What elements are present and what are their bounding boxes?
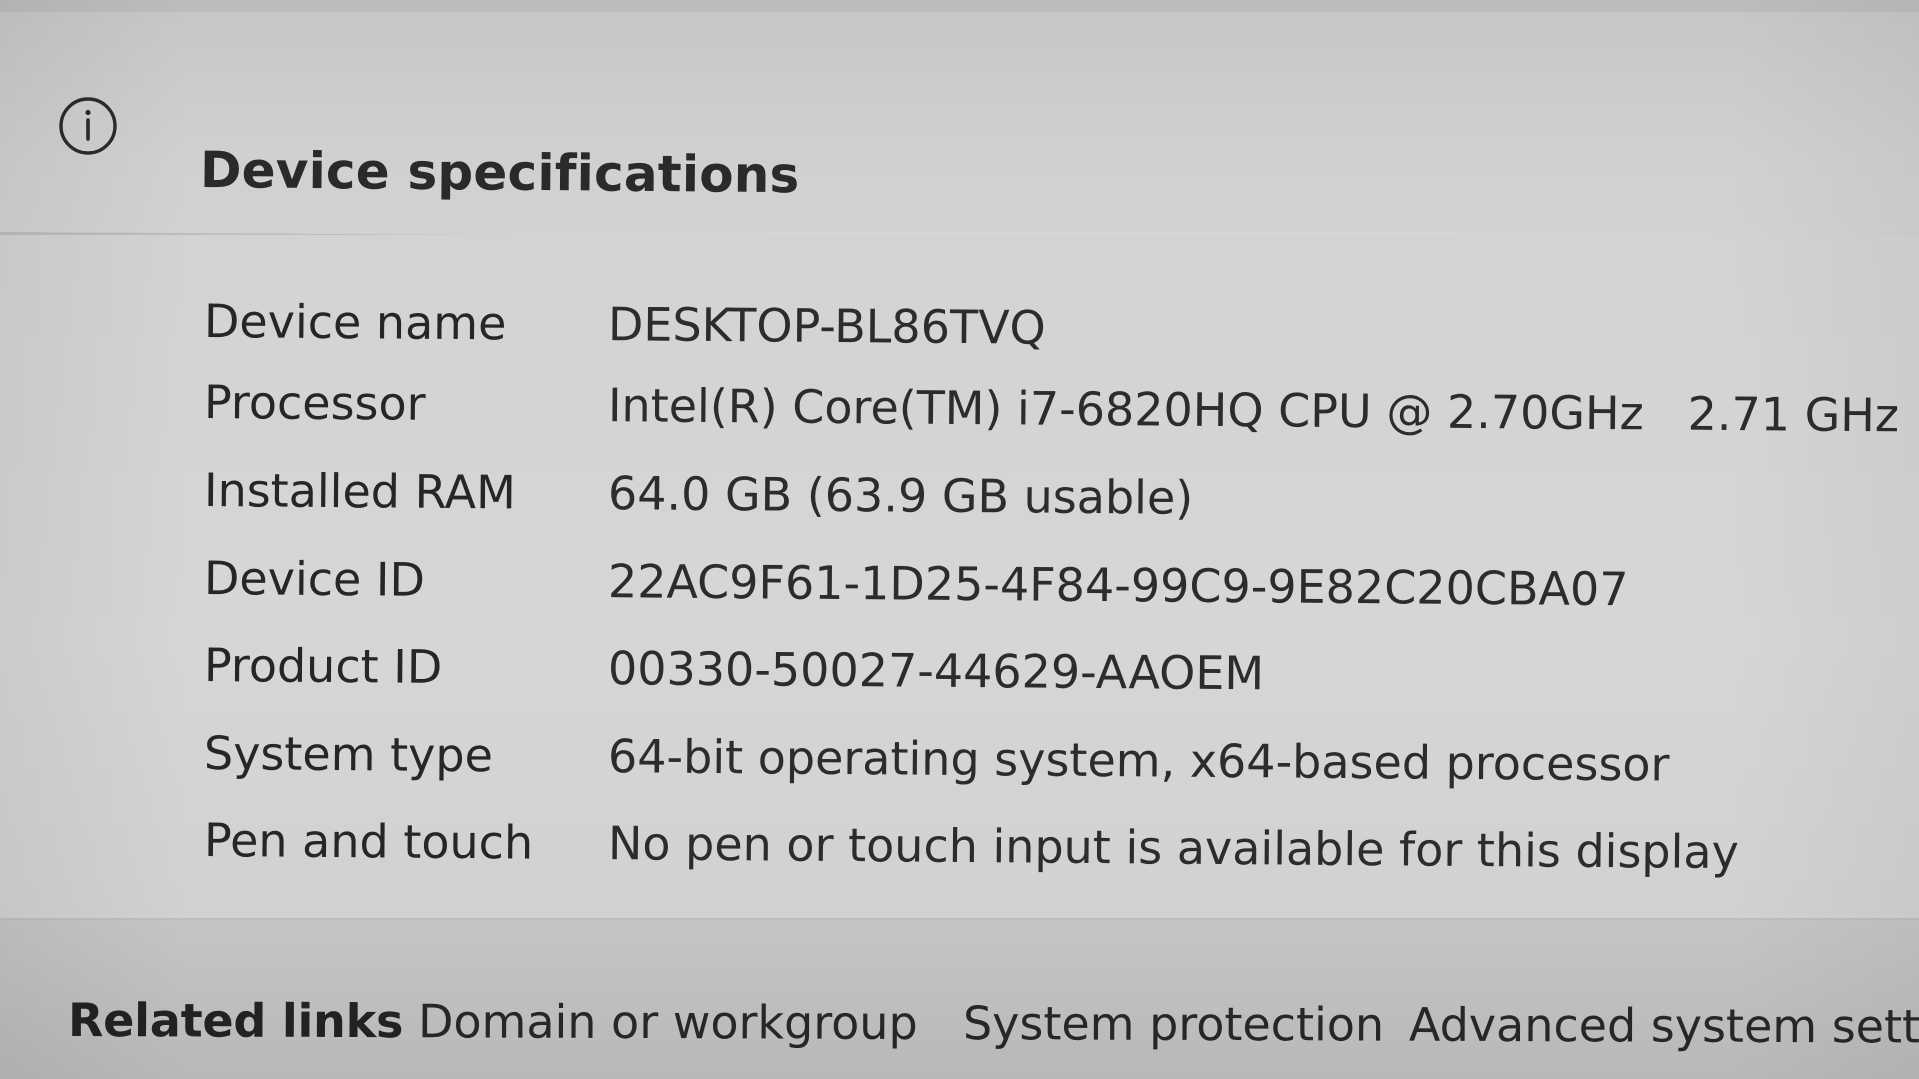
top-strip	[0, 0, 1919, 12]
related-links: Related links Domain or workgroup System…	[68, 985, 1919, 1061]
related-links-title: Related links	[67, 993, 404, 1049]
spec-row-product-id: Product ID 00330-50027-44629-AAOEM	[204, 630, 1904, 713]
spec-label: Processor	[203, 375, 426, 431]
settings-window: Device specifications Device name DESKTO…	[0, 0, 1919, 1079]
spec-row-pen-and-touch: Pen and touch No pen or touch input is a…	[204, 805, 1904, 888]
device-specifications-header[interactable]: Device specifications	[0, 12, 1919, 232]
spec-row-device-id: Device ID 22AC9F61-1D25-4F84-99C9-9E82C2…	[204, 543, 1904, 626]
page-title: Device specifications	[199, 140, 800, 204]
spec-label: Pen and touch	[203, 813, 534, 870]
spec-label: Product ID	[203, 638, 443, 694]
spec-row-device-name: Device name DESKTOP-BL86TVQ	[204, 286, 1904, 369]
spec-label: Device name	[203, 294, 507, 351]
spec-value: Intel(R) Core(TM) i7-6820HQ CPU @ 2.70GH…	[607, 378, 1900, 443]
spec-label: Device ID	[203, 551, 426, 607]
spec-row-processor: Processor Intel(R) Core(TM) i7-6820HQ CP…	[204, 367, 1904, 450]
spec-label: Installed RAM	[203, 463, 517, 520]
spec-value: 64-bit operating system, x64-based proce…	[607, 729, 1670, 792]
advanced-system-settings-link[interactable]: Advanced system settings	[1409, 990, 1919, 1062]
spec-value: DESKTOP-BL86TVQ	[607, 297, 1046, 355]
spec-row-system-type: System type 64-bit operating system, x64…	[204, 718, 1904, 801]
system-protection-link[interactable]: System protection	[963, 988, 1384, 1059]
domain-or-workgroup-link[interactable]: Domain or workgroup	[418, 986, 918, 1058]
spec-label: System type	[203, 726, 494, 783]
info-icon	[57, 95, 119, 157]
spec-value: 64.0 GB (63.9 GB usable)	[607, 466, 1194, 525]
spec-value: No pen or touch input is available for t…	[607, 816, 1740, 880]
spec-row-installed-ram: Installed RAM 64.0 GB (63.9 GB usable)	[204, 455, 1904, 538]
spec-value: 22AC9F61-1D25-4F84-99C9-9E82C20CBA07	[607, 554, 1629, 617]
spec-value: 00330-50027-44629-AAOEM	[607, 641, 1265, 701]
